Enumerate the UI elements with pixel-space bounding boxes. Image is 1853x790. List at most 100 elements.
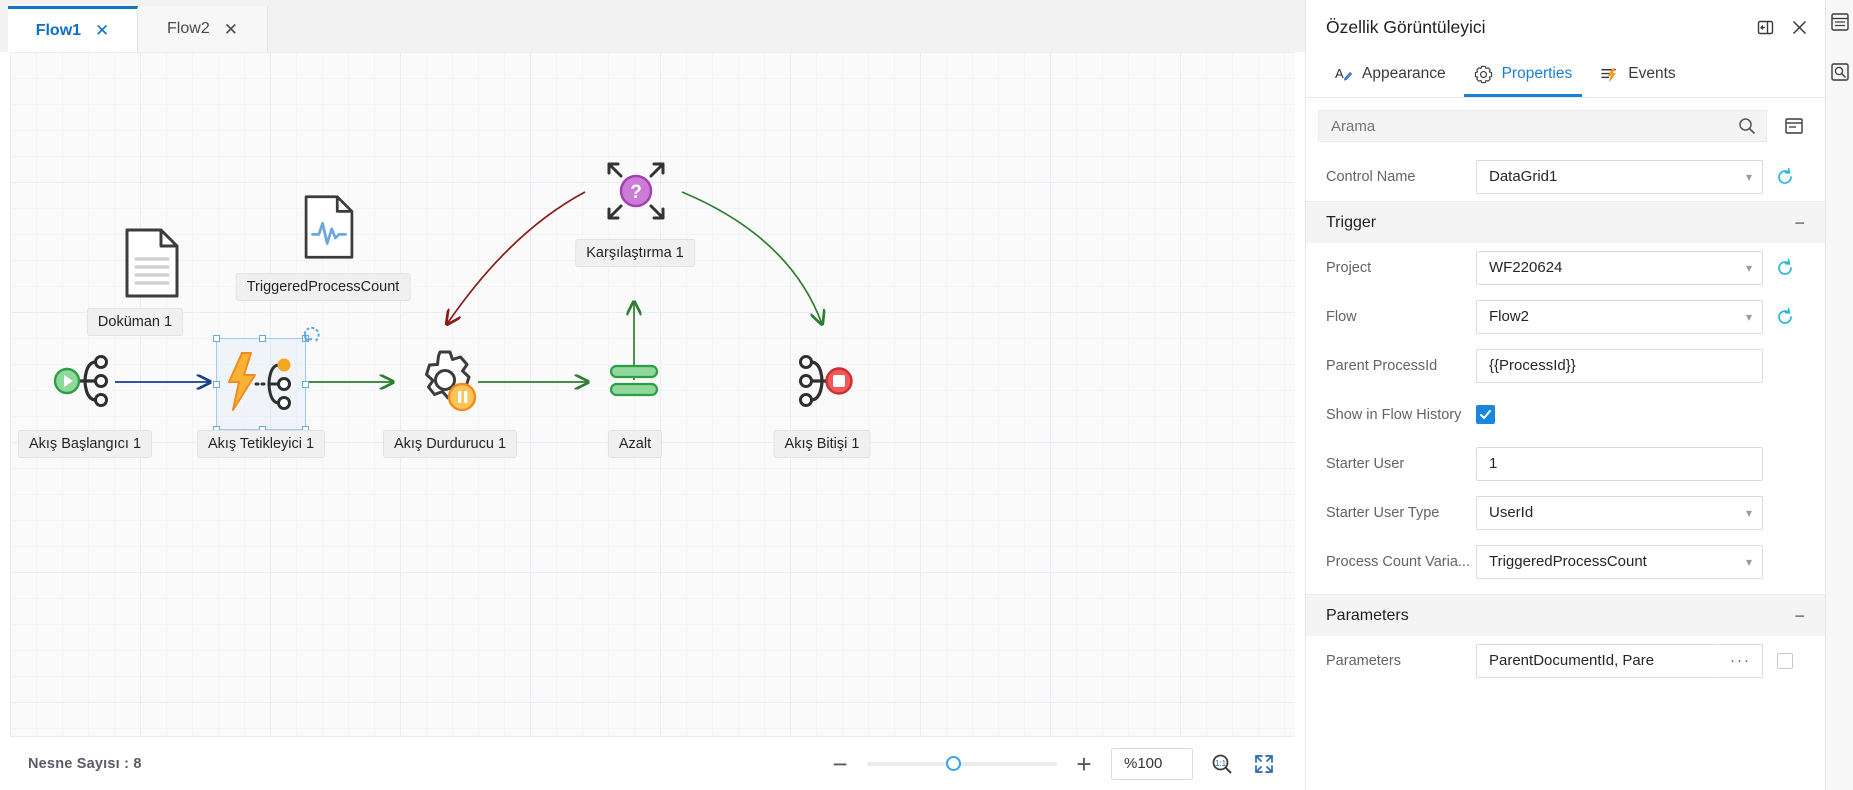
canvas-wrapper: Doküman 1 TriggeredProcessCount ? Karşıl… bbox=[0, 52, 1305, 790]
document-icon bbox=[125, 228, 179, 298]
search-box[interactable] bbox=[1318, 110, 1767, 142]
resize-handle-e[interactable] bbox=[302, 381, 309, 388]
node-akis-bitisi[interactable] bbox=[791, 350, 853, 412]
section-header-parameters[interactable]: Parameters − bbox=[1306, 594, 1825, 636]
parent-processid-value: {{ProcessId}} bbox=[1489, 357, 1576, 374]
tab-flow1[interactable]: Flow1 ✕ bbox=[8, 6, 138, 52]
tab-flow2[interactable]: Flow2 ✕ bbox=[138, 6, 268, 52]
flow-stopper-icon bbox=[425, 350, 477, 412]
control-name-label: Control Name bbox=[1326, 168, 1416, 185]
section-collapse-trigger-icon[interactable]: − bbox=[1794, 214, 1805, 232]
zoom-slider[interactable] bbox=[867, 756, 1057, 771]
starter-user-type-select[interactable]: UserId ▾ bbox=[1476, 495, 1763, 530]
zoom-value-field[interactable]: %100 bbox=[1111, 747, 1193, 780]
section-collapse-parameters-icon[interactable]: − bbox=[1794, 607, 1805, 625]
show-in-flow-history-checkbox[interactable] bbox=[1476, 405, 1495, 424]
node-akis-bitisi-label: Akış Bitişi 1 bbox=[773, 430, 871, 458]
zoom-in-button[interactable]: + bbox=[1073, 751, 1095, 777]
flow-refresh-icon[interactable] bbox=[1763, 307, 1807, 327]
project-refresh-icon[interactable] bbox=[1763, 258, 1807, 278]
tab-properties[interactable]: Properties bbox=[1463, 54, 1583, 97]
starter-user-type-label: Starter User Type bbox=[1326, 504, 1440, 521]
node-dokuman[interactable] bbox=[123, 227, 181, 299]
control-name-refresh-icon[interactable] bbox=[1763, 167, 1807, 187]
project-label: Project bbox=[1326, 259, 1372, 276]
flow-select[interactable]: Flow2 ▾ bbox=[1476, 299, 1763, 334]
section-title-parameters: Parameters bbox=[1326, 606, 1409, 624]
panel-title: Özellik Görüntüleyici bbox=[1326, 16, 1486, 37]
node-azalt-label: Azalt bbox=[607, 430, 663, 458]
search-icon[interactable] bbox=[1728, 111, 1766, 141]
decrement-icon bbox=[609, 364, 659, 397]
parameters-checkbox[interactable] bbox=[1777, 652, 1793, 669]
check-icon bbox=[1479, 409, 1492, 420]
starter-user-input[interactable]: 1 bbox=[1476, 446, 1763, 481]
chevron-down-icon: ▾ bbox=[1745, 505, 1752, 520]
flow-canvas[interactable]: Doküman 1 TriggeredProcessCount ? Karşıl… bbox=[10, 52, 1295, 736]
node-karsilastirma[interactable]: ? bbox=[605, 160, 667, 222]
variable-document-icon bbox=[304, 195, 354, 259]
list-panel-icon[interactable] bbox=[1827, 8, 1853, 36]
pin-icon[interactable] bbox=[1757, 19, 1774, 36]
fit-to-screen-icon[interactable] bbox=[1251, 750, 1277, 778]
zoom-controls: − + %100 1:1 bbox=[829, 747, 1277, 780]
node-karsilastirma-label: Karşılaştırma 1 bbox=[575, 239, 695, 267]
zoom-out-button[interactable]: − bbox=[829, 751, 851, 777]
search-row bbox=[1306, 98, 1825, 152]
flow-trigger-icon bbox=[228, 352, 291, 411]
node-akis-tetikleyici[interactable] bbox=[225, 348, 299, 420]
project-select[interactable]: WF220624 ▾ bbox=[1476, 250, 1763, 285]
row-control-name: Control Name DataGrid1 ▾ bbox=[1306, 152, 1825, 201]
parent-processid-label: Parent ProcessId bbox=[1326, 357, 1438, 374]
resize-handle-n[interactable] bbox=[259, 335, 266, 342]
search-panel-icon[interactable] bbox=[1827, 58, 1853, 86]
zoom-slider-track bbox=[867, 761, 1057, 766]
node-akis-durdurucu-label: Akış Durdurucu 1 bbox=[382, 430, 518, 458]
edge-comparison-false-to-stopper bbox=[447, 191, 586, 324]
tab-events[interactable]: Events bbox=[1590, 54, 1685, 97]
chevron-down-icon: ▾ bbox=[1745, 554, 1752, 569]
panel-tabs: A Appearance Properties Events bbox=[1306, 54, 1825, 98]
gear-icon bbox=[1474, 65, 1493, 84]
resize-handle-nw[interactable] bbox=[213, 335, 220, 342]
tab-appearance[interactable]: A Appearance bbox=[1324, 54, 1456, 97]
events-icon bbox=[1600, 65, 1619, 84]
tab-flow2-label: Flow2 bbox=[167, 20, 210, 37]
node-triggered-process-count[interactable] bbox=[302, 194, 356, 260]
flow-start-icon bbox=[54, 355, 108, 407]
process-count-variable-value: TriggeredProcessCount bbox=[1489, 553, 1647, 570]
row-project: Project WF220624 ▾ bbox=[1306, 243, 1825, 292]
zoom-slider-thumb[interactable] bbox=[945, 756, 961, 771]
flow-designer: Flow1 ✕ Flow2 ✕ Doküman 1 TriggeredProce… bbox=[0, 0, 1305, 790]
flow-tab-bar: Flow1 ✕ Flow2 ✕ bbox=[0, 0, 1305, 52]
panel-header-actions bbox=[1757, 19, 1807, 36]
parameters-input[interactable]: ParentDocumentId, Pare bbox=[1476, 643, 1719, 678]
chevron-down-icon: ▾ bbox=[1745, 169, 1752, 184]
control-name-select[interactable]: DataGrid1 ▾ bbox=[1476, 159, 1763, 194]
tab-flow1-label: Flow1 bbox=[35, 21, 82, 39]
node-akis-baslangici[interactable] bbox=[54, 350, 116, 412]
parameters-value: ParentDocumentId, Pare bbox=[1489, 652, 1655, 669]
svg-text:?: ? bbox=[630, 182, 642, 203]
tab-events-label: Events bbox=[1628, 65, 1676, 82]
section-header-trigger[interactable]: Trigger − bbox=[1306, 201, 1825, 243]
tab-flow1-close-icon[interactable]: ✕ bbox=[95, 22, 109, 39]
show-in-flow-history-label: Show in Flow History bbox=[1326, 406, 1462, 423]
tab-flow2-close-icon[interactable]: ✕ bbox=[224, 21, 238, 38]
node-akis-durdurucu[interactable] bbox=[414, 350, 480, 414]
starter-user-type-value: UserId bbox=[1489, 504, 1534, 521]
control-name-value: DataGrid1 bbox=[1489, 168, 1558, 185]
node-azalt[interactable] bbox=[608, 362, 660, 400]
parent-processid-input[interactable]: {{ProcessId}} bbox=[1476, 348, 1763, 383]
parameters-more-button[interactable]: ··· bbox=[1719, 643, 1763, 678]
zoom-to-actual-size-icon[interactable]: 1:1 bbox=[1209, 750, 1235, 778]
process-count-variable-select[interactable]: TriggeredProcessCount ▾ bbox=[1476, 544, 1763, 579]
search-input[interactable] bbox=[1319, 117, 1728, 135]
close-icon[interactable] bbox=[1792, 20, 1807, 35]
node-dokuman-label: Doküman 1 bbox=[86, 308, 184, 336]
collapse-all-icon[interactable] bbox=[1781, 112, 1807, 140]
tab-appearance-label: Appearance bbox=[1362, 65, 1446, 82]
panel-header: Özellik Görüntüleyici bbox=[1306, 0, 1825, 54]
rotate-handle-icon[interactable] bbox=[303, 327, 321, 345]
resize-handle-w[interactable] bbox=[213, 381, 220, 388]
